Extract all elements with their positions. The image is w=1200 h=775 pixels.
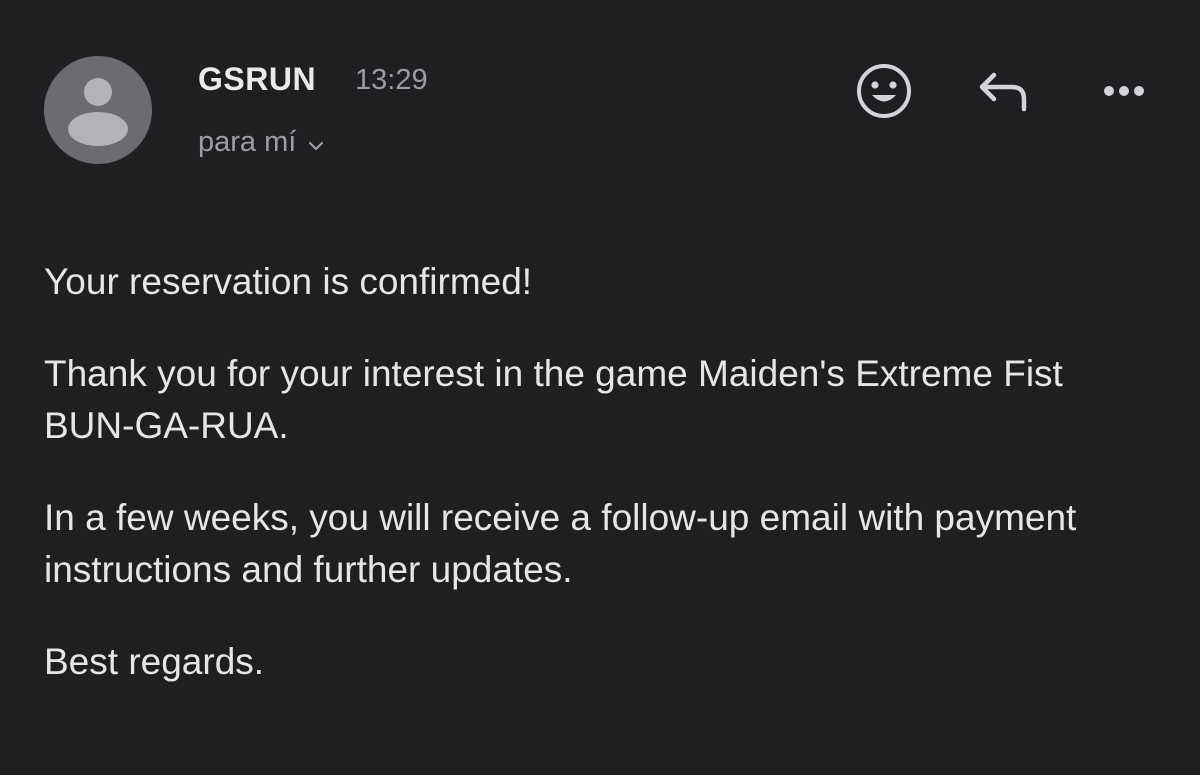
sender-avatar[interactable] <box>44 56 152 164</box>
email-timestamp: 13:29 <box>355 64 428 96</box>
more-options-button[interactable] <box>1096 62 1152 120</box>
reply-arrow-icon <box>979 72 1027 112</box>
email-paragraph: In a few weeks, you will receive a follo… <box>44 497 1077 590</box>
person-placeholder-icon <box>68 78 128 146</box>
recipient-label: para mí <box>198 126 297 158</box>
email-headline: Your reservation is confirmed! <box>44 261 533 302</box>
more-horizontal-icon <box>1104 86 1144 96</box>
email-paragraph: Thank you for your interest in the game … <box>44 353 1063 446</box>
recipient-toggle[interactable]: para mí <box>198 122 324 162</box>
email-header: GSRUN 13:29 para mí <box>0 0 1200 200</box>
reply-button[interactable] <box>972 62 1036 120</box>
chevron-down-icon <box>308 122 324 162</box>
react-button[interactable] <box>852 62 916 120</box>
email-closing: Best regards. <box>44 641 265 682</box>
email-body: Your reservation is confirmed! Thank you… <box>44 256 1154 688</box>
smiley-face-icon <box>857 64 911 118</box>
sender-name[interactable]: GSRUN <box>198 58 316 100</box>
